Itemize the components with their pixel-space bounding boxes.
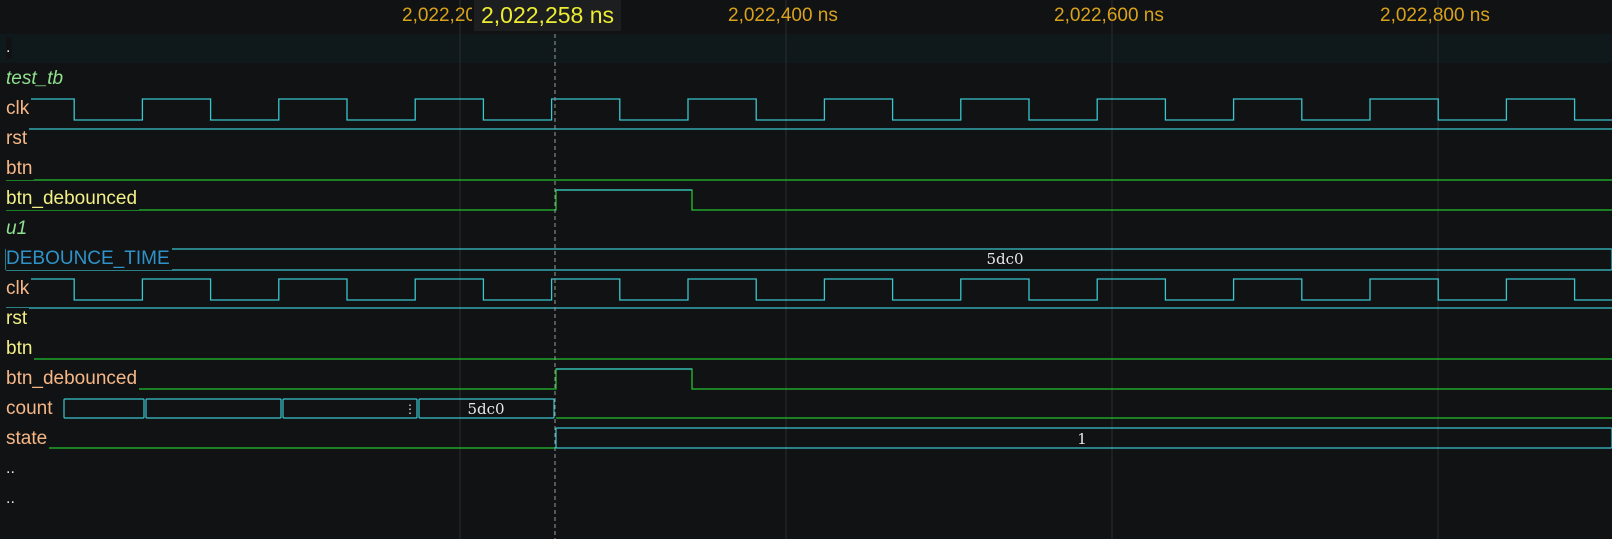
count-overflow-icon: ⋮ bbox=[404, 402, 416, 416]
bus-segment bbox=[63, 398, 145, 419]
signal-ellipsis[interactable]: .. bbox=[6, 458, 17, 480]
selected-row-highlight bbox=[0, 34, 1612, 63]
pulse-trace bbox=[6, 189, 1612, 211]
time-tick-label: 2,022,800 ns bbox=[1380, 5, 1490, 26]
bus-segment bbox=[282, 398, 418, 419]
signal-root-marker[interactable]: . bbox=[6, 37, 13, 59]
signal-u1-btn-debounced[interactable]: btn_debounced bbox=[6, 368, 140, 390]
waveform-canvas[interactable] bbox=[0, 0, 1612, 539]
signal-btn[interactable]: btn bbox=[6, 158, 35, 180]
signal-rst[interactable]: rst bbox=[6, 128, 30, 150]
scope-test-tb[interactable]: test_tb bbox=[6, 68, 66, 90]
signal-traces bbox=[5, 98, 1612, 449]
signal-u1-rst[interactable]: rst bbox=[6, 308, 30, 330]
scope-u1[interactable]: u1 bbox=[6, 218, 30, 240]
signal-state[interactable]: state bbox=[6, 428, 50, 450]
param-debounce-time[interactable]: DEBOUNCE_TIME bbox=[6, 248, 172, 270]
state-value: 1 bbox=[1077, 430, 1087, 448]
time-tick-label: 2,022,200 ns bbox=[402, 5, 472, 26]
signal-count[interactable]: count bbox=[6, 398, 55, 420]
bus-segment bbox=[145, 398, 282, 419]
clock-trace bbox=[6, 278, 1612, 301]
debounce-time-value: 5dc0 bbox=[986, 250, 1024, 268]
bus-segment bbox=[5, 248, 1612, 271]
signal-u1-clk[interactable]: clk bbox=[6, 278, 32, 300]
count-value: 5dc0 bbox=[467, 400, 505, 418]
pulse-trace bbox=[6, 368, 1612, 390]
cursor-time-label: 2,022,258 ns bbox=[474, 0, 622, 31]
signal-btn-debounced[interactable]: btn_debounced bbox=[6, 188, 140, 210]
signal-clk[interactable]: clk bbox=[6, 98, 32, 120]
waveform-viewer[interactable]: 2,022,200 ns 2,022,400 ns 2,022,600 ns 2… bbox=[0, 0, 1612, 539]
time-tick-label: 2,022,400 ns bbox=[728, 5, 838, 26]
time-tick-label: 2,022,600 ns bbox=[1054, 5, 1164, 26]
clock-trace bbox=[6, 98, 1612, 121]
signal-ellipsis[interactable]: .. bbox=[6, 488, 17, 510]
signal-u1-btn[interactable]: btn bbox=[6, 338, 35, 360]
